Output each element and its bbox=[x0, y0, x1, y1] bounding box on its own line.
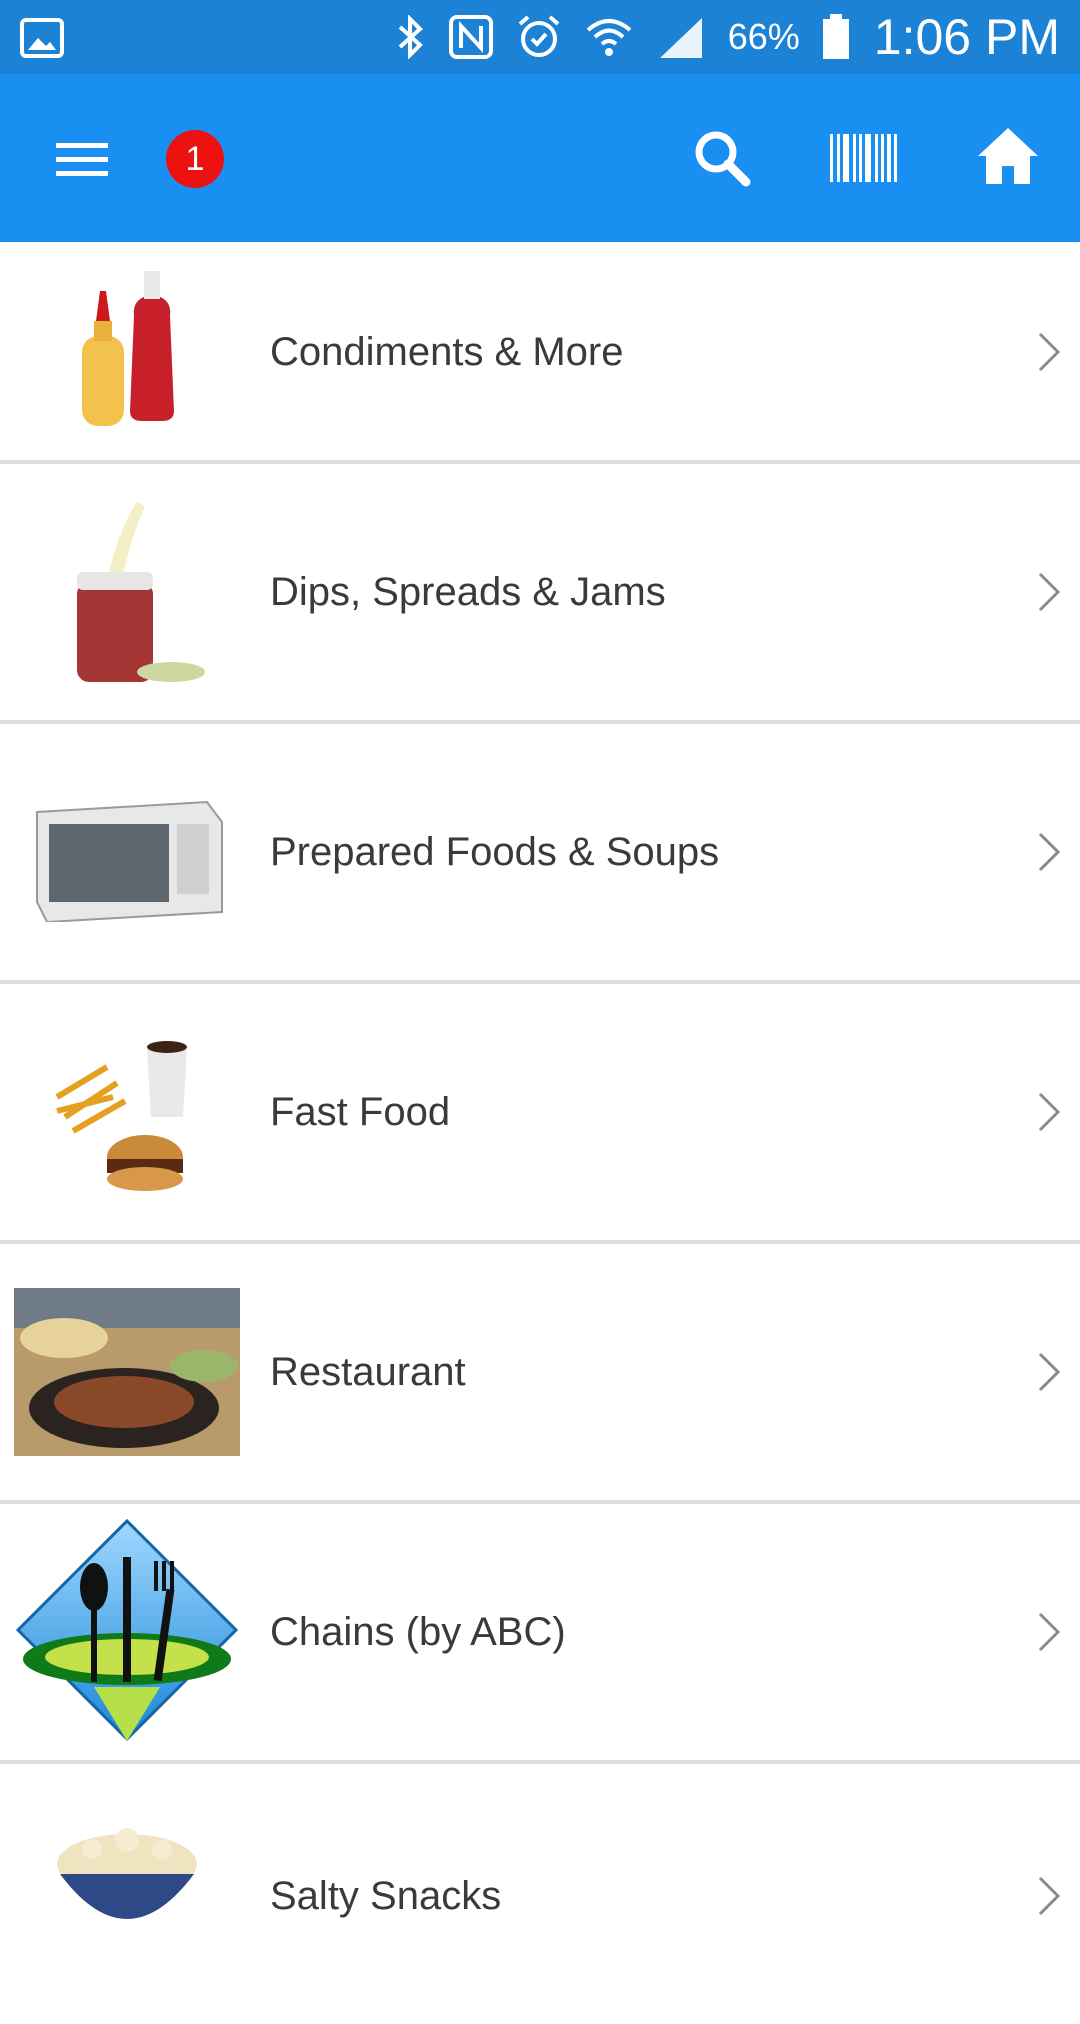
clock: 1:06 PM bbox=[873, 9, 1060, 65]
category-row-fast-food[interactable]: Fast Food bbox=[0, 984, 1080, 1244]
chevron-right-icon bbox=[1038, 832, 1061, 872]
category-label: Dips, Spreads & Jams bbox=[270, 570, 666, 614]
home-icon[interactable] bbox=[976, 126, 1040, 186]
category-label: Restaurant bbox=[270, 1350, 466, 1394]
salty-snacks-thumbnail bbox=[14, 1804, 240, 1974]
condiments-thumbnail bbox=[14, 242, 240, 460]
battery-percent: 66% bbox=[727, 16, 800, 57]
bluetooth-icon bbox=[398, 15, 423, 59]
category-label: Prepared Foods & Soups bbox=[270, 830, 720, 874]
chevron-right-icon bbox=[1038, 332, 1061, 372]
category-label: Fast Food bbox=[270, 1090, 451, 1134]
prepared-foods-thumbnail bbox=[14, 724, 240, 980]
category-label: Condiments & More bbox=[270, 330, 624, 374]
gallery-icon bbox=[20, 18, 64, 58]
category-label: Salty Snacks bbox=[270, 1874, 502, 1918]
menu-icon[interactable] bbox=[48, 131, 116, 187]
chevron-right-icon bbox=[1038, 1092, 1061, 1132]
status-bar: 66% 1:06 PM bbox=[0, 0, 1080, 74]
app-bar: 1 bbox=[0, 74, 1080, 242]
alarm-icon bbox=[518, 15, 560, 57]
category-row-dips[interactable]: Dips, Spreads & Jams bbox=[0, 464, 1080, 724]
nfc-icon bbox=[448, 15, 493, 59]
search-icon[interactable] bbox=[690, 126, 754, 190]
chevron-right-icon bbox=[1038, 1876, 1061, 1916]
category-row-restaurant[interactable]: Restaurant bbox=[0, 1244, 1080, 1504]
chains-thumbnail bbox=[14, 1514, 240, 1750]
category-row-condiments[interactable]: Condiments & More bbox=[0, 242, 1080, 464]
signal-icon bbox=[659, 18, 702, 58]
chevron-right-icon bbox=[1038, 1612, 1061, 1652]
barcode-icon[interactable] bbox=[828, 132, 900, 184]
category-row-salty-snacks[interactable]: Salty Snacks bbox=[0, 1764, 1080, 2024]
wifi-icon bbox=[586, 19, 632, 56]
dips-thumbnail bbox=[14, 464, 240, 720]
category-row-chains[interactable]: Chains (by ABC) bbox=[0, 1504, 1080, 1764]
restaurant-thumbnail bbox=[14, 1288, 240, 1456]
category-row-prepared-foods[interactable]: Prepared Foods & Soups bbox=[0, 724, 1080, 984]
chevron-right-icon bbox=[1038, 1352, 1061, 1392]
fast-food-thumbnail bbox=[14, 984, 240, 1240]
notification-badge[interactable]: 1 bbox=[166, 130, 224, 188]
battery-icon bbox=[822, 14, 849, 59]
category-label: Chains (by ABC) bbox=[270, 1610, 566, 1654]
chevron-right-icon bbox=[1038, 572, 1061, 612]
